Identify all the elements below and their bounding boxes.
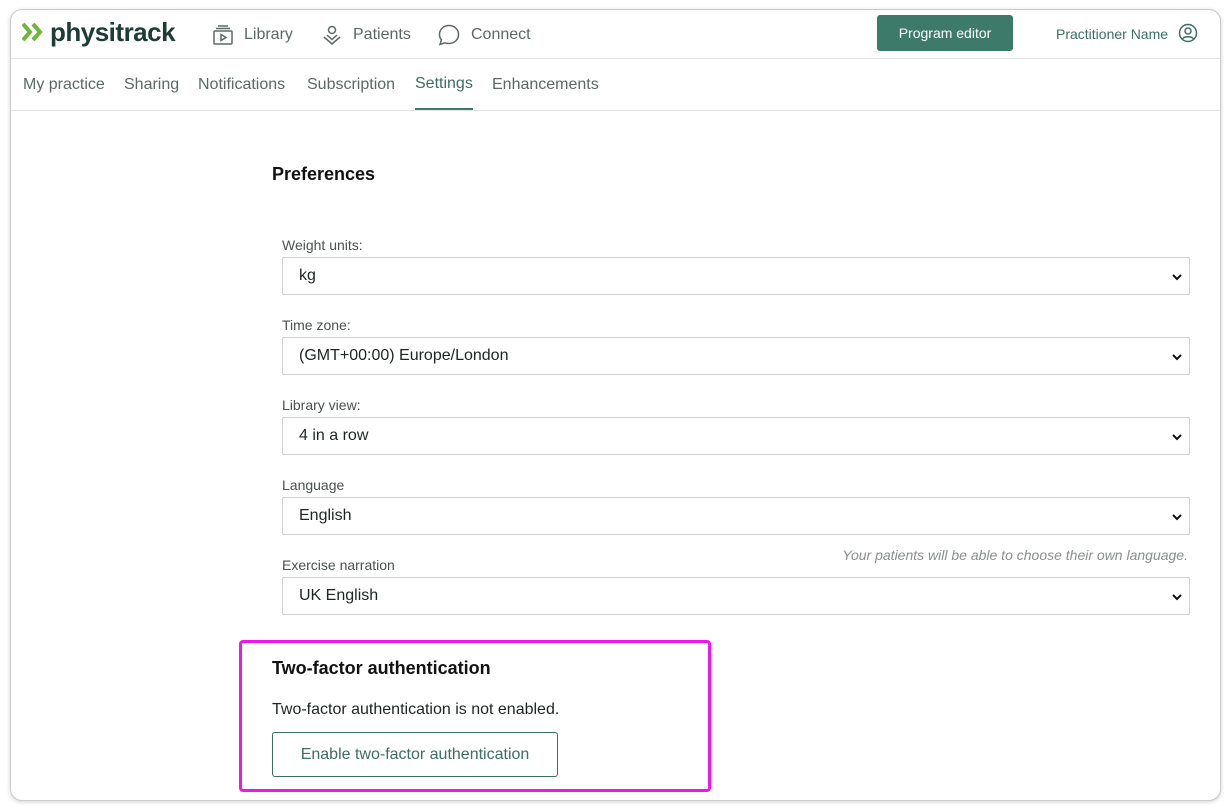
nav-library-label: Library <box>244 26 293 43</box>
exercise-narration-select[interactable]: UK English <box>282 577 1190 615</box>
weight-units-select[interactable]: kg <box>282 257 1190 295</box>
tab-subscription[interactable]: Subscription <box>307 76 395 111</box>
time-zone-select[interactable]: (GMT+00:00) Europe/London <box>282 337 1190 375</box>
user-name: Practitioner Name <box>1056 26 1169 42</box>
chevron-down-icon <box>1172 274 1182 281</box>
language-label: Language <box>282 477 345 493</box>
chevron-down-icon <box>1172 594 1182 601</box>
chevrons-logo-icon <box>22 22 46 42</box>
enable-two-factor-button[interactable]: Enable two-factor authentication <box>272 732 558 777</box>
weight-units-value: kg <box>299 267 316 284</box>
chevron-down-icon <box>1172 514 1182 521</box>
exercise-narration-value: UK English <box>299 587 379 604</box>
tab-enhancements[interactable]: Enhancements <box>492 76 599 111</box>
time-zone-value: (GMT+00:00) Europe/London <box>299 347 509 364</box>
language-select[interactable]: English <box>282 497 1190 535</box>
chevron-down-icon <box>1172 434 1182 441</box>
chevron-down-icon <box>1172 354 1182 361</box>
nav-patients-label: Patients <box>353 26 411 43</box>
nav-library[interactable]: Library <box>212 22 293 48</box>
nav-connect-label: Connect <box>471 26 531 43</box>
weight-units-label: Weight units: <box>282 237 363 253</box>
exercise-narration-label: Exercise narration <box>282 557 395 573</box>
nav-patients[interactable]: Patients <box>321 22 411 48</box>
tab-notifications[interactable]: Notifications <box>198 76 285 111</box>
language-hint: Your patients will be able to choose the… <box>842 547 1188 563</box>
library-view-label: Library view: <box>282 397 361 413</box>
patients-icon <box>321 24 343 46</box>
tab-my-practice[interactable]: My practice <box>23 76 105 111</box>
library-view-value: 4 in a row <box>299 427 369 444</box>
settings-tabs: My practice Sharing Notifications Subscr… <box>11 60 1220 111</box>
tab-settings[interactable]: Settings <box>415 75 473 110</box>
time-zone-label: Time zone: <box>282 317 351 333</box>
user-menu[interactable]: Practitioner Name <box>1056 22 1198 46</box>
two-factor-status: Two-factor authentication is not enabled… <box>272 701 560 718</box>
chat-bubble-icon <box>437 23 461 47</box>
language-value: English <box>299 507 352 524</box>
library-icon <box>212 24 234 46</box>
two-factor-heading: Two-factor authentication <box>272 658 491 678</box>
preferences-heading: Preferences <box>272 164 376 184</box>
app-window: physitrack Library Patients Connect Prog… <box>10 9 1221 801</box>
brand-logo[interactable]: physitrack <box>22 16 176 47</box>
program-editor-button[interactable]: Program editor <box>877 15 1013 51</box>
library-view-select[interactable]: 4 in a row <box>282 417 1190 455</box>
tab-sharing[interactable]: Sharing <box>124 76 179 111</box>
user-avatar-icon <box>1178 23 1198 46</box>
brand-name: physitrack <box>50 16 176 47</box>
nav-connect[interactable]: Connect <box>437 22 531 48</box>
top-navbar: physitrack Library Patients Connect Prog… <box>11 10 1220 59</box>
